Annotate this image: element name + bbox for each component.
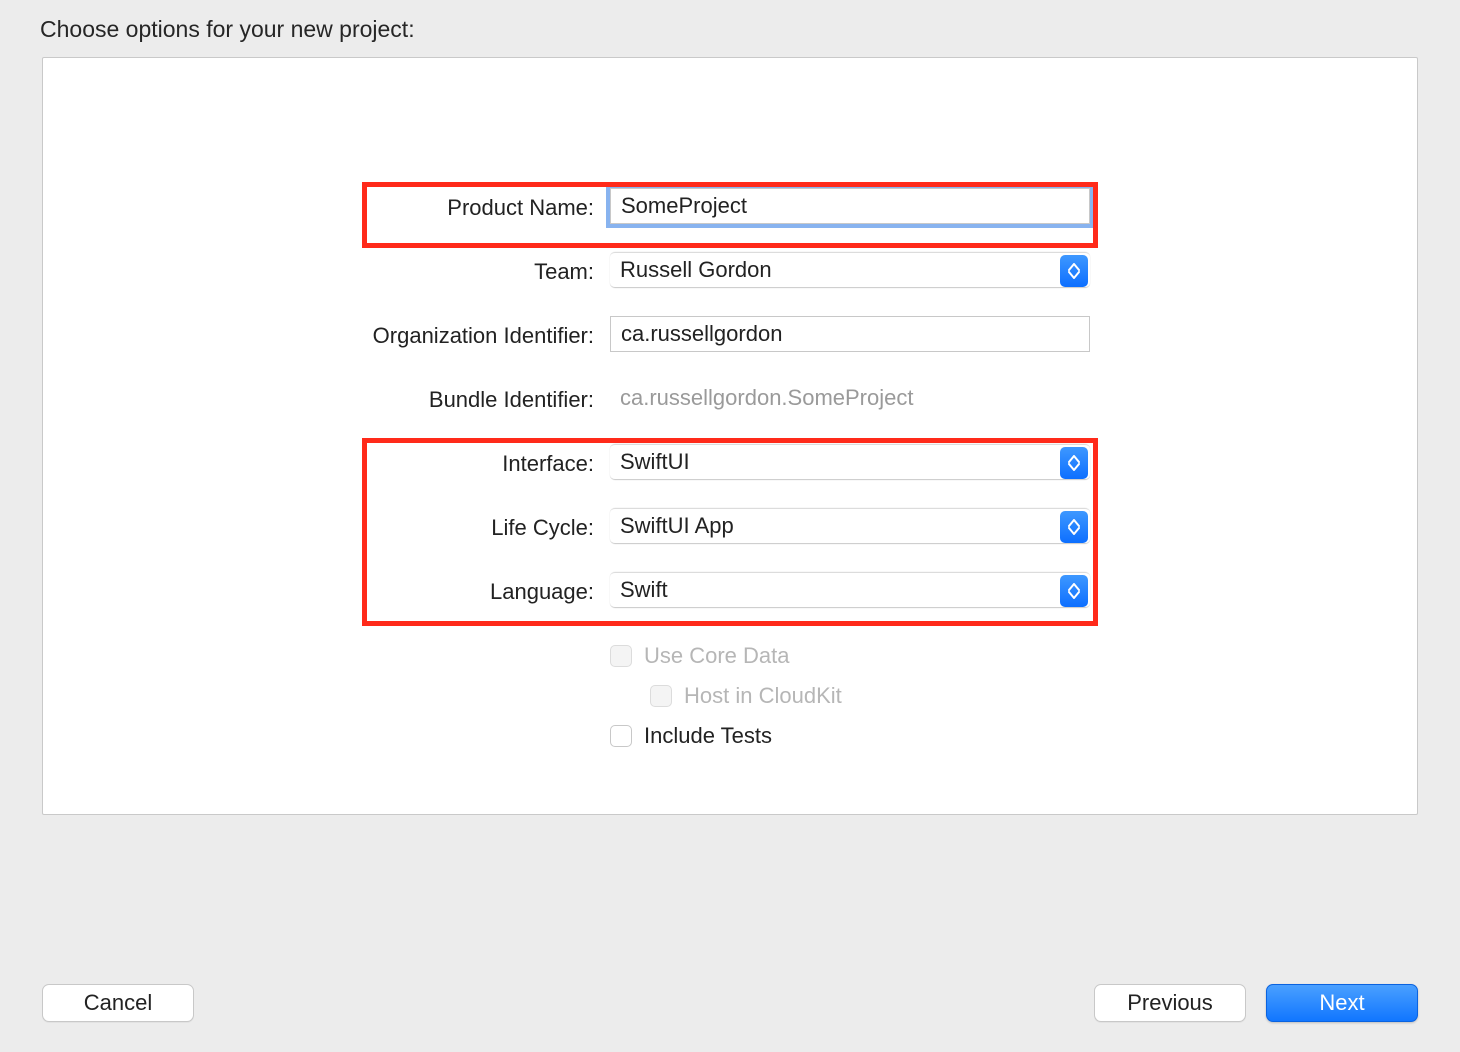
row-life-cycle: Life Cycle: SwiftUI App xyxy=(370,508,1090,548)
row-org-id: Organization Identifier: xyxy=(370,316,1090,356)
team-popup[interactable]: Russell Gordon xyxy=(610,252,1090,288)
previous-button-label: Previous xyxy=(1127,990,1213,1016)
use-core-data-label: Use Core Data xyxy=(644,643,790,669)
row-language: Language: Swift xyxy=(370,572,1090,612)
language-popup-value: Swift xyxy=(620,577,668,603)
life-cycle-popup[interactable]: SwiftUI App xyxy=(610,508,1090,544)
host-in-cloudkit-label: Host in CloudKit xyxy=(684,683,842,709)
page-title: Choose options for your new project: xyxy=(40,16,1418,43)
row-bundle-id: Bundle Identifier: ca.russellgordon.Some… xyxy=(370,380,1090,420)
life-cycle-label: Life Cycle: xyxy=(370,515,610,541)
interface-popup-value: SwiftUI xyxy=(620,449,690,475)
life-cycle-popup-value: SwiftUI App xyxy=(620,513,734,539)
bundle-id-label: Bundle Identifier: xyxy=(370,387,610,413)
host-in-cloudkit-checkbox xyxy=(650,685,672,707)
row-team: Team: Russell Gordon xyxy=(370,252,1090,292)
use-core-data-checkbox xyxy=(610,645,632,667)
team-label: Team: xyxy=(370,259,610,285)
row-use-core-data: Use Core Data xyxy=(610,640,1090,672)
footer-buttons: Cancel Previous Next xyxy=(42,984,1418,1022)
language-popup[interactable]: Swift xyxy=(610,572,1090,608)
org-id-input[interactable] xyxy=(610,316,1090,352)
row-include-tests: Include Tests xyxy=(610,720,1090,752)
row-host-in-cloudkit: Host in CloudKit xyxy=(650,680,1090,712)
include-tests-checkbox[interactable] xyxy=(610,725,632,747)
options-panel: Product Name: Team: Russell Gordon xyxy=(42,57,1418,815)
org-id-label: Organization Identifier: xyxy=(370,323,610,349)
chevron-up-down-icon xyxy=(1060,575,1088,607)
form-area: Product Name: Team: Russell Gordon xyxy=(370,188,1090,760)
next-button-label: Next xyxy=(1319,990,1364,1016)
interface-popup[interactable]: SwiftUI xyxy=(610,444,1090,480)
product-name-input[interactable] xyxy=(610,188,1090,224)
language-label: Language: xyxy=(370,579,610,605)
bundle-id-value: ca.russellgordon.SomeProject xyxy=(610,380,1090,416)
cancel-button[interactable]: Cancel xyxy=(42,984,194,1022)
row-interface: Interface: SwiftUI xyxy=(370,444,1090,484)
product-name-label: Product Name: xyxy=(370,195,610,221)
new-project-options-sheet: Choose options for your new project: Pro… xyxy=(0,0,1460,1052)
include-tests-label: Include Tests xyxy=(644,723,772,749)
row-product-name: Product Name: xyxy=(370,188,1090,228)
team-popup-value: Russell Gordon xyxy=(620,257,772,283)
previous-button[interactable]: Previous xyxy=(1094,984,1246,1022)
chevron-up-down-icon xyxy=(1060,447,1088,479)
interface-label: Interface: xyxy=(370,451,610,477)
next-button[interactable]: Next xyxy=(1266,984,1418,1022)
chevron-up-down-icon xyxy=(1060,511,1088,543)
cancel-button-label: Cancel xyxy=(84,990,152,1016)
chevron-up-down-icon xyxy=(1060,255,1088,287)
